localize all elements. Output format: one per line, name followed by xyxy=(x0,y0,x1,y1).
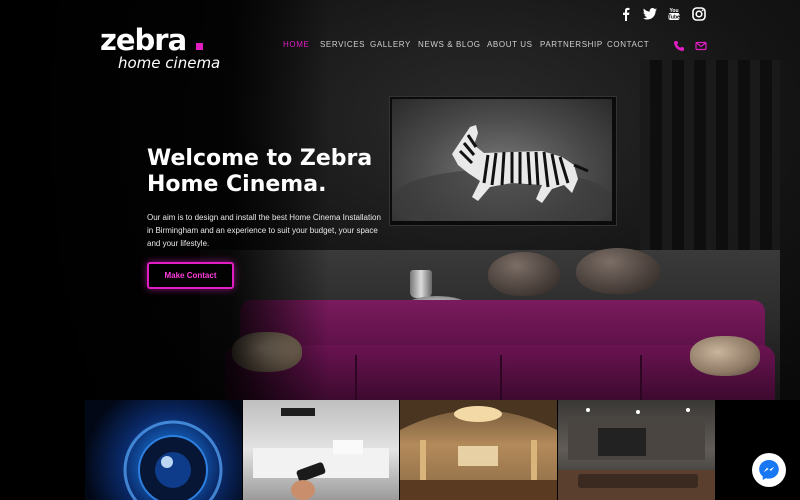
phone-icon[interactable] xyxy=(673,40,685,52)
twitter-icon[interactable] xyxy=(642,6,658,22)
svg-text:Tube: Tube xyxy=(668,15,680,21)
nav-gallery[interactable]: GALLERY xyxy=(370,40,411,49)
nav-partnership[interactable]: PARTNERSHIP xyxy=(540,40,603,49)
nav-news-blog[interactable]: NEWS & BLOG xyxy=(418,40,481,49)
mail-icon[interactable] xyxy=(695,40,707,52)
hero-intro-text: Our aim is to design and install the bes… xyxy=(147,213,381,248)
gallery-tile-camera-lens[interactable] xyxy=(85,400,242,500)
nav-services[interactable]: SERVICES xyxy=(320,40,365,49)
camera-lens-image xyxy=(123,420,223,500)
sofa-seam xyxy=(355,355,357,400)
gallery-tile-media-room[interactable] xyxy=(558,400,715,500)
messenger-icon[interactable] xyxy=(752,453,786,487)
instagram-icon[interactable] xyxy=(691,6,707,22)
gallery-tile-remote-room[interactable] xyxy=(243,400,399,500)
beanbag-1 xyxy=(488,252,560,296)
nav-home[interactable]: HOME xyxy=(283,40,309,49)
hero-headline-line1: Welcome to Zebra xyxy=(147,146,373,171)
grand-cinema-image xyxy=(400,400,557,500)
remote-room-image xyxy=(253,408,389,500)
cushion-right xyxy=(690,336,760,376)
sofa-seam xyxy=(500,355,502,400)
champagne-bucket xyxy=(410,270,432,298)
logo-accent-square xyxy=(196,43,203,50)
nav-about-us[interactable]: ABOUT US xyxy=(487,40,533,49)
nav-contact[interactable]: CONTACT xyxy=(607,40,649,49)
youtube-icon[interactable]: You Tube xyxy=(666,6,682,22)
logo-wordmark: zebra xyxy=(100,23,187,57)
hero-headline: Welcome to Zebra Home Cinema. xyxy=(147,146,407,198)
facebook-icon[interactable] xyxy=(618,6,634,22)
sofa-seam xyxy=(640,355,642,400)
zebra-image xyxy=(392,125,612,221)
site-logo[interactable]: zebra home cinema xyxy=(100,24,220,74)
beanbag-2 xyxy=(576,248,660,294)
gallery-tile-grand-cinema[interactable] xyxy=(400,400,557,500)
make-contact-button[interactable]: Make Contact xyxy=(147,262,234,289)
projection-screen xyxy=(392,99,612,221)
logo-tagline: home cinema xyxy=(118,54,221,72)
gallery-strip xyxy=(85,400,715,500)
media-room-image xyxy=(558,408,715,500)
hero-headline-line2: Home Cinema. xyxy=(147,172,327,197)
